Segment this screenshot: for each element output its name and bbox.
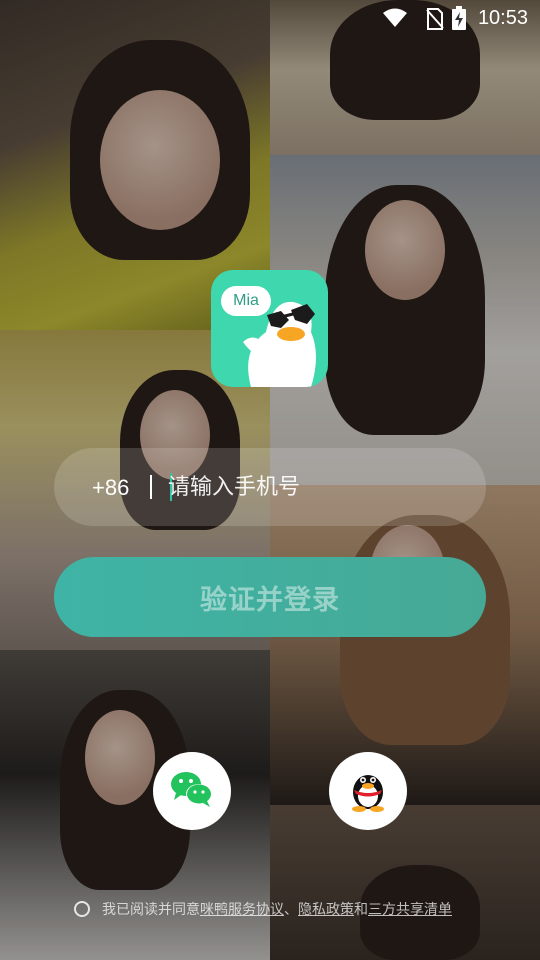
- status-bar: 10:53: [0, 0, 540, 36]
- agreement-prefix: 我已阅读并同意: [102, 902, 200, 918]
- divider: [150, 475, 152, 499]
- status-time: 10:53: [477, 7, 528, 29]
- qq-login-button[interactable]: [329, 752, 407, 830]
- verify-login-button[interactable]: 验证并登录: [54, 557, 486, 637]
- qq-penguin-icon: [348, 766, 388, 817]
- agreement-conjunction: 和: [354, 902, 368, 918]
- third-party-list-link[interactable]: 三方共享清单: [368, 902, 452, 918]
- wifi-icon: [382, 8, 408, 33]
- wechat-login-button[interactable]: [153, 752, 231, 830]
- agreement-row: 我已阅读并同意咪鸭服务协议、隐私政策和三方共享清单: [74, 899, 452, 919]
- background-photo-5: [270, 485, 540, 805]
- wechat-icon: [170, 770, 214, 813]
- country-code[interactable]: +86: [92, 475, 129, 501]
- phone-input[interactable]: [168, 466, 458, 508]
- duck-mascot-icon: [243, 301, 316, 387]
- app-logo: Mia: [211, 270, 328, 387]
- privacy-policy-link[interactable]: 隐私政策: [298, 902, 354, 918]
- agreement-text: 我已阅读并同意咪鸭服务协议、隐私政策和三方共享清单: [102, 899, 452, 919]
- battery-charging-icon: [452, 6, 466, 35]
- service-agreement-link[interactable]: 咪鸭服务协议: [200, 902, 284, 918]
- background-photo-7: [270, 805, 540, 960]
- agree-checkbox[interactable]: [74, 901, 90, 917]
- no-sim-icon: [426, 8, 444, 35]
- phone-input-container[interactable]: +86: [54, 448, 486, 526]
- agreement-separator: 、: [284, 902, 298, 918]
